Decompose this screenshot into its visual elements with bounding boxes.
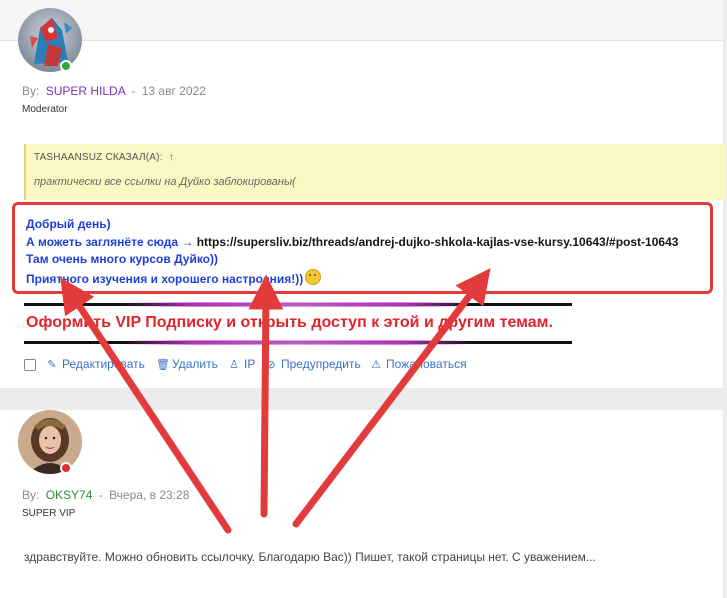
quote-author[interactable]: TASHAANSUZ СКАЗАЛ(А): [34, 152, 163, 163]
author-username[interactable]: OKSY74 [46, 488, 93, 502]
meta-separator: - [131, 84, 136, 98]
message-line-greeting: Добрый день) [26, 217, 111, 231]
warn-label: Предупредить [281, 357, 361, 371]
warn-action[interactable]: ⊘ Предупредить [265, 357, 361, 371]
post-meta: By: OKSY74 - Вчера, в 23:28 [22, 488, 189, 502]
message-link[interactable]: https://supersliv.biz/threads/andrej-duj… [197, 235, 679, 249]
user-role: Moderator [22, 104, 68, 115]
post-header-band [0, 0, 723, 41]
vip-subscribe-link[interactable]: Оформить VIP Подписку и открыть доступ к… [26, 314, 553, 332]
message-line-courses: Там очень много курсов Дуйко)) [26, 252, 218, 266]
edit-icon: ✎ [47, 359, 57, 371]
post-user-reply: By: OKSY74 - Вчера, в 23:28 SUPER VIP [0, 410, 723, 598]
ip-label: IP [244, 357, 256, 371]
online-status-dot [60, 60, 72, 72]
vip-banner-bottom-line [24, 340, 572, 345]
message-line-wish: Приятного изучения и хорошего настроения… [26, 269, 322, 286]
delete-action[interactable]: 🗑 Удалить [156, 357, 218, 371]
trash-icon: 🗑 [156, 359, 170, 371]
post-body-text: здравствуйте. Можно обновить ссылочку. Б… [24, 550, 596, 564]
user-icon: ♙ [229, 359, 239, 371]
report-label: Пожаловаться [386, 357, 467, 371]
report-action[interactable]: ⚠ Пожаловаться [370, 357, 467, 371]
message-wish-text: Приятного изучения и хорошего настроения… [26, 272, 304, 286]
quote-header: TASHAANSUZ СКАЗАЛ(А): ↑ [34, 152, 174, 163]
by-label: By: [22, 488, 40, 502]
select-post-checkbox[interactable] [24, 359, 36, 371]
edit-label: Редактировать [62, 357, 145, 371]
avatar[interactable] [18, 8, 82, 72]
edit-action[interactable]: ✎ Редактировать [46, 357, 145, 371]
meta-separator: - [98, 488, 103, 502]
user-role: SUPER VIP [22, 508, 76, 519]
avatar[interactable] [18, 410, 82, 474]
vip-banner-top-line [24, 302, 572, 307]
smile-emoji-icon [305, 269, 322, 285]
message-line-link: А можеть заглянёте сюда → https://supers… [26, 235, 678, 249]
post-date[interactable]: 13 авг 2022 [142, 84, 206, 98]
ip-action[interactable]: ♙ IP [228, 357, 255, 371]
quote-text: практически все ссылки на Дуйко заблокир… [34, 176, 296, 188]
report-icon: ⚠ [371, 359, 381, 371]
message-highlight-box: Добрый день) А можеть заглянёте сюда → h… [12, 202, 713, 294]
post-date[interactable]: Вчера, в 23:28 [109, 488, 189, 502]
by-label: By: [22, 84, 40, 98]
author-username[interactable]: SUPER HILDA [46, 84, 125, 98]
quote-block: TASHAANSUZ СКАЗАЛ(А): ↑ практически все … [24, 144, 725, 200]
quote-jump-icon[interactable]: ↑ [169, 152, 174, 163]
post-meta: By: SUPER HILDA - 13 авг 2022 [22, 84, 206, 98]
warn-icon: ⊘ [266, 359, 276, 371]
offline-status-dot [60, 462, 72, 474]
delete-label: Удалить [172, 357, 218, 371]
message-link-prefix: А можеть заглянёте сюда → [26, 235, 194, 249]
